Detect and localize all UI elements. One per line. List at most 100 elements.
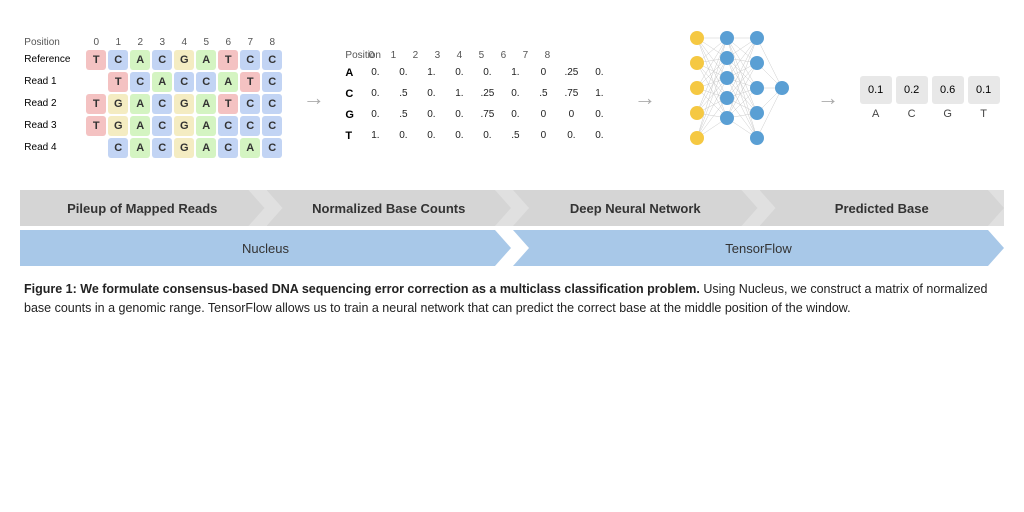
matrix-header: Position 012345678 bbox=[345, 50, 613, 61]
flow-dnn: Deep Neural Network bbox=[513, 190, 758, 226]
matrix-cell: 0. bbox=[445, 126, 473, 146]
matrix-row: G0..50.0..750.000. bbox=[345, 105, 613, 125]
base-cell: A bbox=[196, 94, 216, 114]
matrix-position-label: 5 bbox=[471, 50, 491, 61]
base-cell: T bbox=[86, 94, 106, 114]
output-value-box: 0.6 bbox=[932, 76, 964, 104]
base-cell: C bbox=[130, 72, 150, 92]
matrix-position-label: 4 bbox=[449, 50, 469, 61]
nn-layer2 bbox=[720, 31, 734, 125]
base-cell: C bbox=[262, 72, 282, 92]
main-container: Position 012345678 ReferenceTCACGATCCRea… bbox=[0, 0, 1024, 512]
pileup-header: Position 012345678 bbox=[24, 37, 282, 48]
matrix-cell: 0. bbox=[445, 105, 473, 125]
pileup-positions: 012345678 bbox=[86, 37, 282, 48]
output-value-box: 0.1 bbox=[968, 76, 1000, 104]
matrix-position-label: 7 bbox=[515, 50, 535, 61]
output-value-box: 0.2 bbox=[896, 76, 928, 104]
matrix-cell: 0 bbox=[529, 105, 557, 125]
base-cell: C bbox=[218, 138, 238, 158]
base-cell: T bbox=[86, 50, 106, 70]
matrix-cell: .25 bbox=[557, 63, 585, 83]
base-cell: G bbox=[174, 50, 194, 70]
matrix-position-label: 8 bbox=[537, 50, 557, 61]
pileup-rows: ReferenceTCACGATCCRead 1TCACCATCRead 2TG… bbox=[24, 50, 282, 160]
matrix-cell: 1. bbox=[361, 126, 389, 146]
base-cell: G bbox=[108, 116, 128, 136]
arrow-pileup-to-matrix: → bbox=[303, 85, 325, 111]
arrow-matrix-to-nn: → bbox=[634, 85, 656, 111]
matrix-position-label: 6 bbox=[493, 50, 513, 61]
pileup-position-label: 2 bbox=[130, 37, 150, 48]
output-base-label: C bbox=[896, 108, 928, 120]
matrix-cell: 0. bbox=[361, 63, 389, 83]
matrix-cell: .5 bbox=[529, 84, 557, 104]
output-base-label: T bbox=[968, 108, 1000, 120]
pileup-row: Read 1TCACCATC bbox=[24, 72, 282, 92]
caption-bold: Figure 1: We formulate consensus-based D… bbox=[24, 282, 700, 296]
caption-section: Figure 1: We formulate consensus-based D… bbox=[20, 272, 1004, 318]
base-cell: T bbox=[218, 94, 238, 114]
position-label: Position bbox=[24, 37, 86, 48]
matrix-cell: 1. bbox=[445, 84, 473, 104]
base-cell: C bbox=[108, 138, 128, 158]
base-cell: C bbox=[152, 116, 172, 136]
matrix-cell: 0. bbox=[361, 84, 389, 104]
matrix-cell: 0 bbox=[529, 126, 557, 146]
matrix-cell: 0. bbox=[445, 63, 473, 83]
nn-output-node bbox=[775, 81, 789, 95]
matrix-cell: 0. bbox=[585, 63, 613, 83]
base-cell: T bbox=[240, 72, 260, 92]
arrow-nn-to-output: → bbox=[817, 85, 839, 111]
matrix-row: C0..50.1..250..5.751. bbox=[345, 84, 613, 104]
output-block: 0.10.20.60.1 ACGT bbox=[860, 76, 1000, 120]
matrix-cell: .5 bbox=[389, 84, 417, 104]
matrix-position-label: 0 bbox=[361, 50, 381, 61]
pileup-row-label: Read 3 bbox=[24, 120, 86, 131]
matrix-cell: 0. bbox=[473, 126, 501, 146]
matrix-cell: .5 bbox=[389, 105, 417, 125]
pileup-row: Read 2TGACGATCC bbox=[24, 94, 282, 114]
pileup-row-label: Read 2 bbox=[24, 98, 86, 109]
matrix-cell: 0. bbox=[557, 126, 585, 146]
pileup-position-label: 3 bbox=[152, 37, 172, 48]
matrix-cell: .5 bbox=[501, 126, 529, 146]
matrix-row-label: A bbox=[345, 67, 361, 79]
matrix-cell: 0. bbox=[417, 84, 445, 104]
neural-network-svg bbox=[677, 18, 797, 178]
pileup-row: ReferenceTCACGATCC bbox=[24, 50, 282, 70]
base-cell: A bbox=[130, 138, 150, 158]
base-cell: T bbox=[218, 50, 238, 70]
pileup-row-label: Read 1 bbox=[24, 76, 86, 87]
pileup-position-label: 4 bbox=[174, 37, 194, 48]
pileup-row: Read 4CACGACAC bbox=[24, 138, 282, 158]
base-cell: C bbox=[262, 138, 282, 158]
matrix-rows: A0.0.1.0.0.1.0.250.C0..50.1..250..5.751.… bbox=[345, 63, 613, 147]
matrix-cell: 0. bbox=[585, 105, 613, 125]
output-base-label: G bbox=[932, 108, 964, 120]
matrix-row: T1.0.0.0.0..500.0. bbox=[345, 126, 613, 146]
matrix-block: Position 012345678 A0.0.1.0.0.1.0.250.C0… bbox=[345, 50, 613, 147]
matrix-row-label: G bbox=[345, 109, 361, 121]
matrix-cell: 0 bbox=[557, 105, 585, 125]
pileup-row-label: Read 4 bbox=[24, 142, 86, 153]
pileup-position-label: 8 bbox=[262, 37, 282, 48]
base-cell: A bbox=[196, 116, 216, 136]
matrix-cell: 0. bbox=[361, 105, 389, 125]
matrix-cell: 0. bbox=[501, 105, 529, 125]
base-cell: A bbox=[130, 116, 150, 136]
base-cell: C bbox=[262, 50, 282, 70]
output-base-label: A bbox=[860, 108, 892, 120]
pileup-position-label: 0 bbox=[86, 37, 106, 48]
matrix-positions: 012345678 bbox=[361, 50, 557, 61]
flow-predicted: Predicted Base bbox=[760, 190, 1005, 226]
matrix-cell: 0. bbox=[473, 63, 501, 83]
base-cell: C bbox=[218, 116, 238, 136]
matrix-cell: 1. bbox=[417, 63, 445, 83]
nn-connections bbox=[697, 38, 782, 138]
base-cell: C bbox=[152, 94, 172, 114]
matrix-cell: 0. bbox=[417, 105, 445, 125]
base-cell: C bbox=[240, 94, 260, 114]
matrix-cell: 0. bbox=[585, 126, 613, 146]
matrix-cell: .75 bbox=[557, 84, 585, 104]
